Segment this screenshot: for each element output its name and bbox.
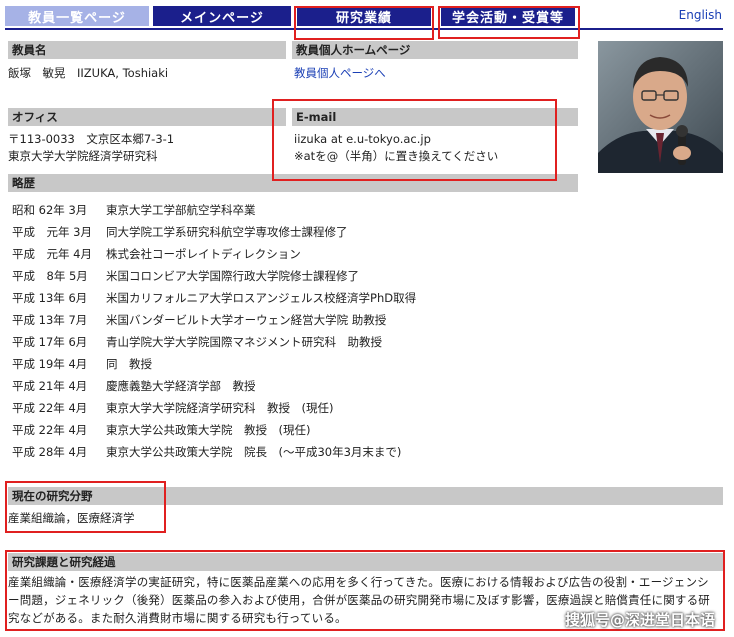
career-date: 平成 17年 6月	[12, 335, 88, 349]
english-link[interactable]: English	[679, 8, 722, 22]
career-event: 東京大学公共政策大学院 教授 (現任)	[106, 423, 311, 437]
career-date: 平成 13年 7月	[12, 313, 88, 327]
career-event: 同 教授	[106, 357, 152, 371]
career-row: 平成 21年 4月 慶應義塾大学経済学部 教授	[12, 375, 532, 397]
career-row: 平成 28年 4月 東京大学公共政策大学院 院長 (～平成30年3月末まで)	[12, 441, 532, 463]
career-date: 平成 13年 6月	[12, 291, 88, 305]
career-date: 平成 22年 4月	[12, 401, 88, 415]
highlight-field	[5, 481, 166, 533]
career-row: 平成 元年 3月 同大学院工学系研究科航空学専攻修士課程修了	[12, 221, 532, 243]
office-header: オフィス	[8, 108, 286, 126]
career-row: 平成 22年 4月 東京大学公共政策大学院 教授 (現任)	[12, 419, 532, 441]
career-date: 平成 元年 3月	[12, 225, 92, 239]
career-date: 平成 元年 4月	[12, 247, 92, 261]
career-event: 米国カリフォルニア大学ロスアンジェルス校経済学PhD取得	[106, 291, 417, 305]
homepage-link[interactable]: 教員個人ページへ	[294, 65, 386, 82]
watermark: 搜狐号@深进堂日本语	[565, 611, 716, 629]
career-row: 平成 元年 4月 株式会社コーポレイトディレクション	[12, 243, 532, 265]
career-date: 平成 22年 4月	[12, 423, 88, 437]
office-department: 東京大学大学院経済学研究科	[8, 149, 158, 163]
homepage-header: 教員個人ホームページ	[292, 41, 578, 59]
career-date: 平成 19年 4月	[12, 357, 88, 371]
career-row: 平成 19年 4月 同 教授	[12, 353, 532, 375]
career-event: 株式会社コーポレイトディレクション	[106, 247, 301, 261]
tab-main-page[interactable]: メインページ	[153, 6, 291, 26]
career-row: 平成 17年 6月 青山学院大学大学院国際マネジメント研究科 助教授	[12, 331, 532, 353]
career-event: 東京大学大学院経済学研究科 教授 (現任)	[106, 401, 334, 415]
highlight-email	[272, 99, 557, 181]
career-date: 昭和 62年 3月	[12, 203, 88, 217]
career-date: 平成 21年 4月	[12, 379, 88, 393]
career-event: 青山学院大学大学院国際マネジメント研究科 助教授	[106, 335, 382, 349]
career-row: 昭和 62年 3月 東京大学工学部航空学科卒業	[12, 199, 532, 221]
career-event: 米国バンダービルト大学オーウェン経営大学院 助教授	[106, 313, 387, 327]
career-date: 平成 8年 5月	[12, 269, 88, 283]
career-event: 同大学院工学系研究科航空学専攻修士課程修了	[106, 225, 348, 239]
career-row: 平成 8年 5月 米国コロンビア大学国際行政大学院修士課程修了	[12, 265, 532, 287]
career-event: 東京大学工学部航空学科卒業	[106, 203, 256, 217]
career-row: 平成 13年 7月 米国バンダービルト大学オーウェン経営大学院 助教授	[12, 309, 532, 331]
career-row: 平成 13年 6月 米国カリフォルニア大学ロスアンジェルス校経済学PhD取得	[12, 287, 532, 309]
portrait-photo	[598, 41, 723, 173]
office-address: 〒113-0033 文京区本郷7-3-1	[8, 132, 175, 146]
faculty-name: 飯塚 敏晃 IIZUKA, Toshiaki	[8, 66, 169, 80]
name-header: 教員名	[8, 41, 286, 59]
career-event: 米国コロンビア大学国際行政大学院修士課程修了	[106, 269, 359, 283]
career-list: 昭和 62年 3月 東京大学工学部航空学科卒業 平成 元年 3月 同大学院工学系研究科…	[12, 199, 532, 463]
career-row: 平成 22年 4月 東京大学大学院経済学研究科 教授 (現任)	[12, 397, 532, 419]
tab-faculty-list[interactable]: 教員一覧ページ	[5, 6, 149, 26]
highlight-research-tab	[294, 6, 434, 40]
highlight-academic-tab	[438, 6, 580, 39]
career-event: 慶應義塾大学経済学部 教授	[106, 379, 256, 393]
career-date: 平成 28年 4月	[12, 445, 88, 459]
career-event: 東京大学公共政策大学院 院長 (～平成30年3月末まで)	[106, 445, 402, 459]
